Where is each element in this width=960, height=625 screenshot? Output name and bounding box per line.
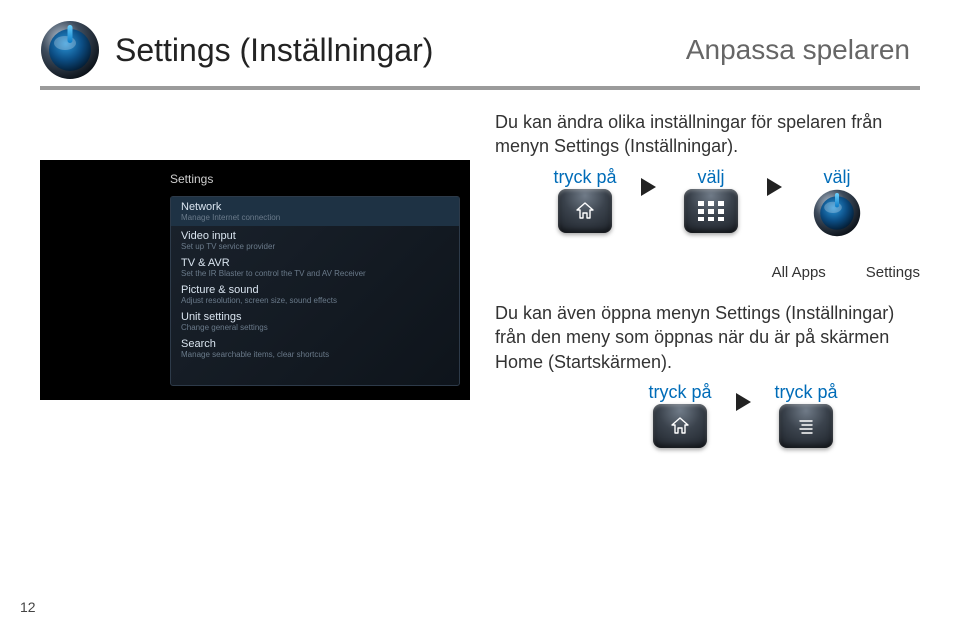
page-number: 12 <box>20 599 36 615</box>
screenshot-item-title: Search <box>181 338 449 350</box>
action-label-press: tryck på <box>774 380 837 404</box>
home-button-icon <box>653 404 707 448</box>
screenshot-item-title: Picture & sound <box>181 284 449 296</box>
caption-all-apps: All Apps <box>772 263 826 283</box>
screenshot-item-sub: Change general settings <box>181 323 449 332</box>
play-arrow-icon <box>733 390 753 414</box>
play-arrow-icon <box>638 175 658 199</box>
screenshot-item-sub: Manage searchable items, clear shortcuts <box>181 350 449 359</box>
screenshot-item-title: Unit settings <box>181 311 449 323</box>
screenshot-item-title: TV & AVR <box>181 257 449 269</box>
screenshot-item-sub: Set the IR Blaster to control the TV and… <box>181 269 449 278</box>
page-subtitle: Anpassa spelaren <box>686 34 910 66</box>
screenshot-item-sub: Set up TV service provider <box>181 242 449 251</box>
screenshot-item-sub: Manage Internet connection <box>181 213 449 222</box>
caption-settings: Settings <box>866 263 920 283</box>
screenshot-item-title: Network <box>181 201 449 213</box>
action-label-press: tryck på <box>648 380 711 404</box>
page-title: Settings (Inställningar) <box>115 32 433 69</box>
action-label-select: välj <box>823 165 850 189</box>
action-label-press: tryck på <box>553 165 616 189</box>
screenshot-panel: Network Manage Internet connection Video… <box>170 196 460 386</box>
menu-button-icon <box>779 404 833 448</box>
screenshot-item-sub: Adjust resolution, screen size, sound ef… <box>181 296 449 305</box>
settings-dial-icon <box>40 20 100 80</box>
action-label-select: välj <box>697 165 724 189</box>
play-arrow-icon <box>764 175 784 199</box>
screenshot-item-title: Video input <box>181 230 449 242</box>
body-text-2: Du kan även öppna menyn Settings (Instäl… <box>495 301 920 374</box>
all-apps-button-icon <box>684 189 738 233</box>
settings-dial-button-icon <box>813 189 861 237</box>
settings-menu-screenshot: Settings Network Manage Internet connect… <box>40 160 470 400</box>
home-button-icon <box>558 189 612 233</box>
intro-text: Du kan ändra olika inställningar för spe… <box>495 110 920 159</box>
header-divider <box>40 86 920 90</box>
screenshot-title: Settings <box>170 172 213 186</box>
